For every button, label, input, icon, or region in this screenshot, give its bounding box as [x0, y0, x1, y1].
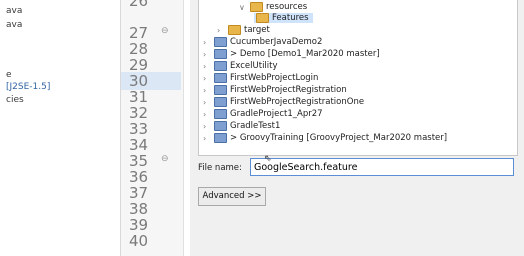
line-number: 40 [129, 232, 149, 250]
project-icon [214, 37, 227, 47]
folder-icon [250, 2, 263, 12]
line-number: 26 [129, 0, 149, 10]
line-number-gutter: 26 27 ⊖ 28 29 30 31 32 33 34 35 ⊖ 36 37 38… [121, 0, 184, 256]
chevron-right-icon[interactable]: › [217, 26, 225, 35]
project-icon [214, 85, 227, 95]
file-name-label: File name: [198, 163, 242, 173]
tree-node-project[interactable]: › ExcelUtility [203, 61, 278, 71]
tree-node-project[interactable]: › > GroovyTraining [GroovyProject_Mar202… [203, 133, 447, 143]
chevron-down-icon[interactable]: ∨ [239, 3, 247, 12]
chevron-right-icon[interactable]: › [203, 50, 211, 59]
file-name-input[interactable]: GoogleSearch.feature [250, 158, 514, 176]
advanced-button[interactable]: Advanced >> [198, 187, 266, 206]
chevron-right-icon[interactable]: › [203, 62, 211, 71]
save-file-dialog: ∨ resources Features › target › Cucumber… [190, 0, 524, 256]
tree-node-project[interactable]: › FirstWebProjectRegistrationOne [203, 97, 364, 107]
tree-node-project[interactable]: › GradleProject1_Apr27 [203, 109, 323, 119]
chevron-right-icon[interactable]: › [203, 122, 211, 131]
tree-node-project[interactable]: › GradleTest1 [203, 121, 280, 131]
chevron-right-icon[interactable]: › [203, 74, 211, 83]
explorer-item[interactable]: ava [6, 20, 22, 30]
project-icon [214, 109, 227, 119]
project-icon [214, 49, 227, 59]
explorer-item[interactable]: cies [6, 95, 24, 105]
project-icon [214, 61, 227, 71]
mouse-pointer-icon: ⇖ [264, 154, 272, 164]
chevron-right-icon[interactable]: › [203, 110, 211, 119]
folder-tree[interactable]: ∨ resources Features › target › Cucumber… [198, 0, 518, 156]
chevron-right-icon[interactable]: › [203, 38, 211, 47]
package-explorer-pane: ava ava e [J2SE-1.5] cies [0, 0, 121, 256]
tree-node-features[interactable]: Features [254, 13, 313, 23]
tree-node-resources[interactable]: ∨ resources [239, 2, 307, 12]
tree-node-project[interactable]: › FirstWebProjectLogin [203, 73, 318, 83]
folder-icon [228, 25, 241, 35]
tree-node-project[interactable]: › CucumberJavaDemo2 [203, 37, 322, 47]
explorer-item-jre[interactable]: [J2SE-1.5] [6, 82, 50, 92]
project-icon [214, 133, 227, 143]
project-icon [214, 121, 227, 131]
tree-node-project[interactable]: › > Demo [Demo1_Mar2020 master] [203, 49, 380, 59]
project-icon [214, 97, 227, 107]
fold-toggle-icon[interactable]: ⊖ [161, 26, 169, 36]
explorer-item[interactable]: ava [6, 6, 22, 16]
tree-node-target[interactable]: › target [217, 25, 270, 35]
chevron-right-icon[interactable]: › [203, 134, 211, 143]
tree-node-project[interactable]: › FirstWebProjectRegistration [203, 85, 347, 95]
chevron-right-icon[interactable]: › [203, 86, 211, 95]
project-icon [214, 73, 227, 83]
explorer-item[interactable]: e [6, 70, 12, 80]
folder-icon [256, 13, 269, 23]
fold-toggle-icon[interactable]: ⊖ [161, 154, 169, 164]
chevron-right-icon[interactable]: › [203, 98, 211, 107]
